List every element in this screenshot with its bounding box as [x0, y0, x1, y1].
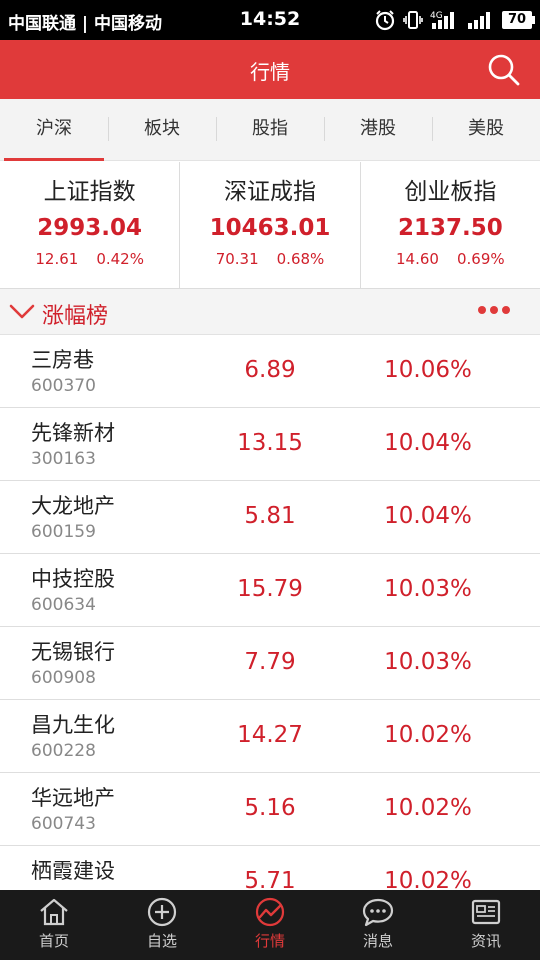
alarm-icon — [374, 9, 396, 31]
stock-name: 三房巷 — [31, 348, 94, 372]
status-icons: 4G 70 — [374, 7, 535, 33]
index-card-shenzhen[interactable]: 深证成指 10463.01 70.31 0.68% — [179, 162, 359, 288]
list-item[interactable]: 栖霞建设 5.71 10.02% — [0, 846, 540, 890]
gainers-title: 涨幅榜 — [42, 304, 109, 329]
gainers-list: 三房巷 600370 6.89 10.06% 先锋新材 300163 13.15… — [0, 335, 540, 890]
stock-code: 600159 — [31, 522, 96, 542]
nav-home[interactable]: 首页 — [0, 890, 108, 960]
stock-change: 10.03% — [384, 576, 472, 602]
stock-name: 栖霞建设 — [31, 859, 115, 883]
bottom-nav: 首页 自选 行情 消息 资讯 — [0, 890, 540, 960]
nav-label: 自选 — [146, 932, 177, 950]
nav-market[interactable]: 行情 — [216, 890, 324, 960]
index-name: 深证成指 — [223, 179, 316, 205]
nav-label: 行情 — [254, 932, 285, 950]
nav-watchlist[interactable]: 自选 — [108, 890, 216, 960]
stock-name: 华远地产 — [31, 786, 115, 810]
tab-sector[interactable]: 板块 — [108, 99, 216, 160]
stock-name: 昌九生化 — [31, 713, 115, 737]
index-change-row: 12.61 0.42% — [0, 250, 179, 268]
stock-name: 无锡银行 — [31, 640, 115, 664]
tab-hushen[interactable]: 沪深 — [0, 99, 108, 161]
nav-label: 消息 — [362, 932, 393, 950]
index-card-shanghai[interactable]: 上证指数 2993.04 12.61 0.42% — [0, 162, 179, 288]
list-item[interactable]: 三房巷 600370 6.89 10.06% — [0, 335, 540, 408]
stock-code: 600634 — [31, 595, 96, 615]
stock-price: 14.27 — [237, 722, 303, 748]
tab-us-stocks[interactable]: 美股 — [432, 99, 540, 160]
stock-code: 300163 — [31, 449, 96, 469]
nav-label: 首页 — [38, 932, 69, 950]
index-name: 上证指数 — [43, 179, 136, 205]
index-percent: 0.69% — [456, 250, 505, 268]
market-tabs: 沪深 板块 股指 港股 美股 — [0, 99, 540, 161]
search-icon — [488, 54, 520, 86]
nav-news[interactable]: 资讯 — [432, 890, 540, 960]
news-icon — [471, 899, 501, 925]
index-percent: 0.68% — [276, 250, 325, 268]
index-value: 2137.50 — [397, 215, 503, 241]
nav-messages[interactable]: 消息 — [324, 890, 432, 960]
index-summary: 上证指数 2993.04 12.61 0.42% 深证成指 10463.01 7… — [0, 162, 540, 289]
stock-name: 先锋新材 — [31, 421, 115, 445]
gainers-header[interactable]: 涨幅榜 — [0, 289, 540, 335]
plus-circle-icon — [147, 897, 177, 927]
page-title: 行情 — [250, 60, 290, 84]
market-chart-icon — [255, 897, 285, 927]
search-button[interactable] — [486, 52, 522, 88]
stock-code: 600743 — [31, 814, 96, 834]
more-icon[interactable] — [478, 306, 510, 314]
home-icon — [40, 898, 68, 926]
stock-change: 10.02% — [384, 722, 472, 748]
stock-code: 600228 — [31, 741, 96, 761]
stock-change: 10.04% — [384, 503, 472, 529]
stock-price: 7.79 — [244, 649, 296, 675]
nav-label: 资讯 — [470, 932, 501, 950]
index-value: 2993.04 — [37, 215, 143, 241]
title-bar: 行情 — [0, 40, 540, 99]
stock-price: 13.15 — [237, 430, 303, 456]
index-value: 10463.01 — [209, 215, 331, 241]
stock-price: 5.81 — [244, 503, 296, 529]
list-item[interactable]: 无锡银行 600908 7.79 10.03% — [0, 627, 540, 700]
stock-change: 10.04% — [384, 430, 472, 456]
tab-hk-stocks[interactable]: 港股 — [324, 99, 432, 160]
signal-icon — [466, 9, 496, 31]
stock-change: 10.02% — [384, 795, 472, 821]
list-item[interactable]: 昌九生化 600228 14.27 10.02% — [0, 700, 540, 773]
stock-price: 15.79 — [237, 576, 303, 602]
list-item[interactable]: 中技控股 600634 15.79 10.03% — [0, 554, 540, 627]
tab-stock-index[interactable]: 股指 — [216, 99, 324, 160]
stock-price: 6.89 — [244, 357, 296, 383]
list-item[interactable]: 华远地产 600743 5.16 10.02% — [0, 773, 540, 846]
index-percent: 0.42% — [96, 250, 144, 268]
index-card-chinext[interactable]: 创业板指 2137.50 14.60 0.69% — [359, 162, 540, 288]
chevron-down-icon[interactable] — [9, 302, 35, 326]
index-name: 创业板指 — [404, 179, 497, 205]
stock-code: 600908 — [31, 668, 96, 688]
stock-change: 10.06% — [384, 357, 472, 383]
message-icon — [362, 898, 394, 927]
stock-change: 10.03% — [384, 649, 472, 675]
index-change-row: 70.31 0.68% — [180, 250, 359, 268]
stock-change: 10.02% — [384, 868, 472, 890]
list-item[interactable]: 大龙地产 600159 5.81 10.04% — [0, 481, 540, 554]
list-item[interactable]: 先锋新材 300163 13.15 10.04% — [0, 408, 540, 481]
status-bar: 中国联通 | 中国移动 14:52 4G 70 — [0, 0, 540, 40]
vibrate-icon — [402, 9, 424, 31]
signal-4g-icon: 4G — [430, 9, 460, 31]
index-change: 12.61 — [35, 250, 79, 268]
svg-text:4G: 4G — [430, 11, 443, 21]
index-change-row: 14.60 0.69% — [361, 250, 540, 268]
battery-indicator: 70 — [502, 11, 535, 29]
stock-price: 5.16 — [244, 795, 296, 821]
index-change: 14.60 — [396, 250, 439, 268]
stock-price: 5.71 — [244, 868, 296, 890]
stock-name: 大龙地产 — [31, 494, 115, 518]
stock-code: 600370 — [31, 376, 96, 396]
stock-name: 中技控股 — [31, 567, 115, 591]
index-change: 70.31 — [215, 250, 259, 268]
